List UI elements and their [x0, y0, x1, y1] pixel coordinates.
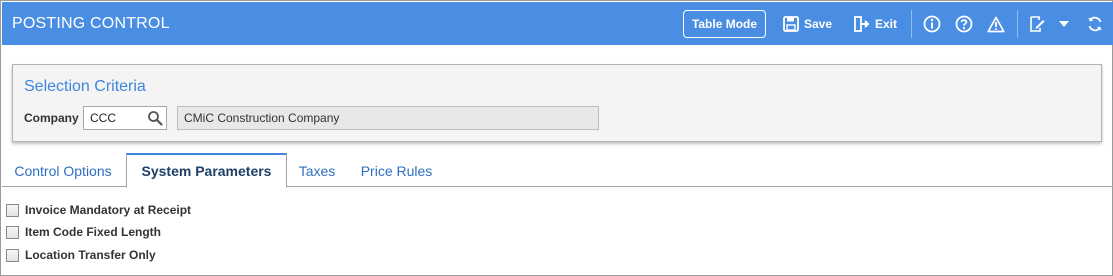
tab-system-parameters[interactable]: System Parameters [126, 153, 287, 188]
save-button[interactable]: Save [783, 14, 832, 34]
save-label: Save [804, 17, 833, 31]
parameter-label: Item Code Fixed Length [25, 225, 162, 239]
parameter-row: Item Code Fixed Length [6, 225, 161, 239]
parameter-label: Invoice Mandatory at Receipt [25, 203, 192, 217]
exit-icon [853, 16, 870, 32]
invoice-mandatory-checkbox[interactable] [6, 203, 19, 217]
location-transfer-only-checkbox[interactable] [6, 248, 19, 262]
exit-button[interactable]: Exit [853, 14, 897, 34]
parameter-label: Location Transfer Only [25, 248, 156, 262]
tab-control-options[interactable]: Control Options [2, 154, 124, 187]
selection-criteria-title: Selection Criteria [24, 78, 146, 95]
page-title: POSTING CONTROL [12, 15, 170, 32]
refresh-icon[interactable] [1084, 13, 1106, 35]
help-icon[interactable] [953, 13, 975, 35]
header-bar: POSTING CONTROL Table Mode Save Exit [2, 2, 1113, 45]
table-mode-button[interactable]: Table Mode [683, 10, 766, 38]
tab-bar: Control Options System Parameters Taxes … [2, 153, 1113, 188]
company-name-field: CMiC Construction Company [177, 106, 599, 130]
tab-price-rules[interactable]: Price Rules [349, 154, 444, 187]
toolbar-divider [1017, 10, 1018, 38]
parameter-row: Location Transfer Only [6, 248, 156, 262]
edit-icon[interactable] [1026, 13, 1048, 35]
selection-criteria-panel: Selection Criteria Company CCC CMiC Cons… [12, 64, 1102, 142]
parameter-row: Invoice Mandatory at Receipt [6, 203, 191, 217]
info-icon[interactable] [921, 13, 943, 35]
item-code-fixed-length-checkbox[interactable] [6, 225, 19, 239]
search-icon[interactable] [147, 110, 163, 126]
tab-taxes[interactable]: Taxes [289, 154, 345, 187]
warning-icon[interactable] [985, 13, 1007, 35]
company-label: Company [24, 111, 79, 125]
toolbar-divider [911, 10, 912, 38]
posting-control-window: POSTING CONTROL Table Mode Save Exit Sel… [0, 0, 1113, 276]
exit-label: Exit [875, 17, 898, 31]
save-icon [783, 16, 799, 32]
dropdown-caret-icon[interactable] [1053, 13, 1075, 35]
